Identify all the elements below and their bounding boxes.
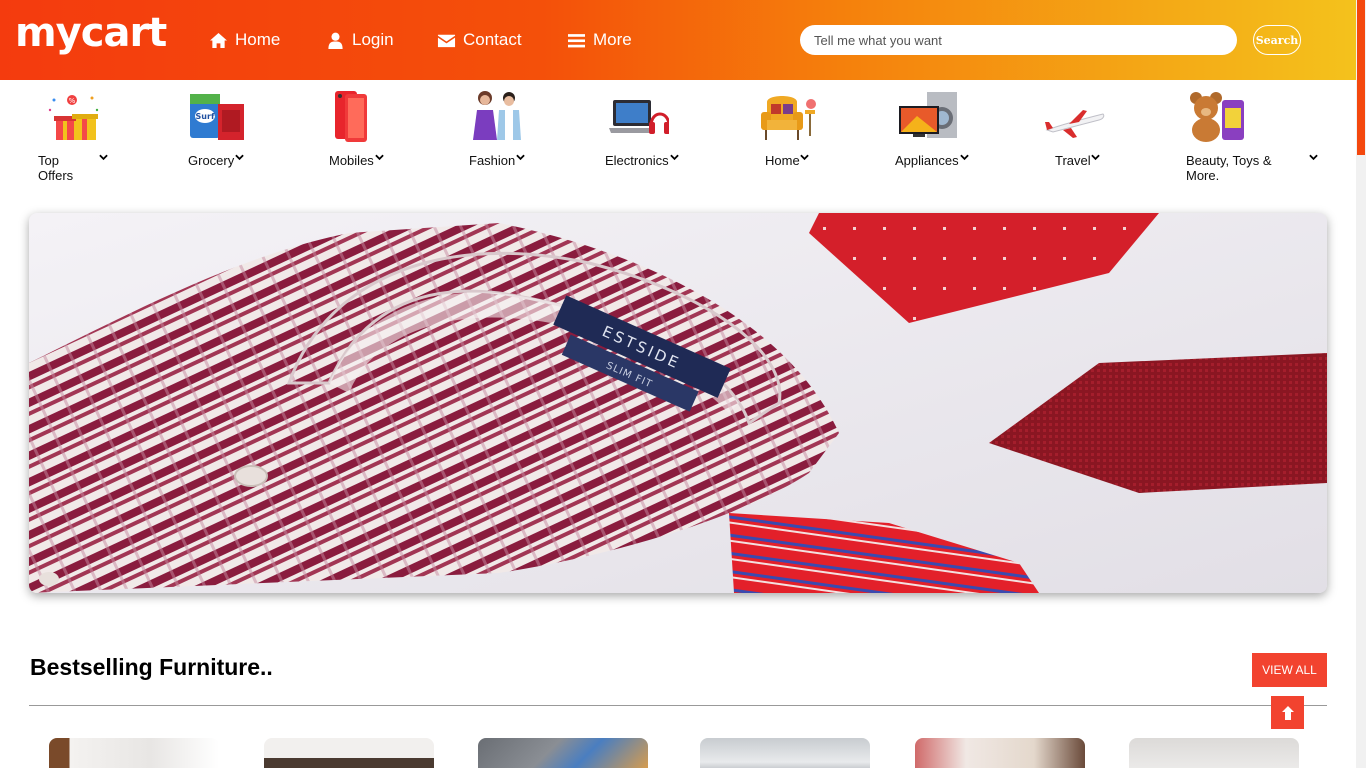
back-to-top-button[interactable]: [1271, 696, 1304, 729]
appliances-icon: [899, 92, 957, 138]
svg-text:%: %: [69, 97, 76, 105]
scrollbar-thumb[interactable]: [1357, 0, 1365, 155]
category-label: Travel: [1055, 153, 1091, 168]
section-divider: [29, 705, 1327, 706]
chevron-down-icon: [235, 154, 244, 161]
chevron-down-icon: [960, 154, 969, 161]
bars-icon: [568, 33, 585, 47]
armchair-icon: [761, 96, 816, 140]
mobile-phone-icon: [335, 91, 367, 142]
nav-login-label: Login: [352, 30, 394, 49]
category-label: Top Offers: [38, 153, 74, 183]
grocery-icon: Surf: [190, 94, 244, 140]
teddy-bear-icon: [1190, 92, 1244, 142]
product-card[interactable]: [478, 738, 648, 768]
category-label: Home: [765, 153, 800, 168]
category-label: Appliances: [895, 153, 959, 168]
hero-banner[interactable]: ESTSIDE SLIM FIT: [29, 213, 1327, 593]
product-card[interactable]: [700, 738, 870, 768]
search-button[interactable]: Search: [1253, 25, 1301, 55]
envelope-icon: [437, 34, 456, 47]
fashion-icon: [473, 91, 521, 140]
category-label: Fashion: [469, 153, 516, 168]
airplane-icon: [1045, 110, 1105, 138]
svg-text:Surf: Surf: [196, 112, 215, 121]
site-logo[interactable]: mycart: [15, 10, 167, 56]
arrow-up-icon: [1281, 705, 1294, 720]
nav-contact-label: Contact: [463, 30, 522, 49]
page-scrollbar[interactable]: [1356, 0, 1366, 768]
search-input[interactable]: [800, 25, 1237, 55]
product-card[interactable]: [1129, 738, 1299, 768]
nav-more-label: More: [593, 30, 632, 49]
user-icon: [328, 32, 343, 49]
top-navbar: mycart Home Login Contact More Search: [0, 0, 1356, 80]
laptop-headphones-icon: [609, 100, 669, 134]
product-card[interactable]: [915, 738, 1085, 768]
chevron-down-icon: [99, 154, 108, 161]
chevron-down-icon: [1091, 154, 1100, 161]
category-label: Beauty, Toys & More.: [1186, 153, 1272, 183]
chevron-down-icon: [1309, 154, 1318, 161]
product-card[interactable]: [264, 738, 434, 768]
section-title: Bestselling Furniture..: [30, 654, 273, 680]
nav-home-label: Home: [235, 30, 281, 49]
view-all-button[interactable]: VIEW ALL: [1252, 653, 1327, 687]
chevron-down-icon: [800, 154, 809, 161]
home-icon: [210, 32, 227, 48]
nav-contact-link[interactable]: Contact: [437, 28, 522, 52]
gift-offers-icon: %: [48, 95, 99, 140]
product-card[interactable]: [49, 738, 219, 768]
nav-more-link[interactable]: More: [567, 28, 632, 52]
category-label: Mobiles: [329, 153, 374, 168]
chevron-down-icon: [516, 154, 525, 161]
shirt-and-ties-banner: ESTSIDE SLIM FIT: [29, 213, 1327, 593]
nav-home-link[interactable]: Home: [209, 28, 280, 52]
nav-login-link[interactable]: Login: [326, 28, 394, 52]
category-label: Grocery: [188, 153, 235, 168]
chevron-down-icon: [670, 154, 679, 161]
chevron-down-icon: [375, 154, 384, 161]
category-label: Electronics: [605, 153, 669, 168]
